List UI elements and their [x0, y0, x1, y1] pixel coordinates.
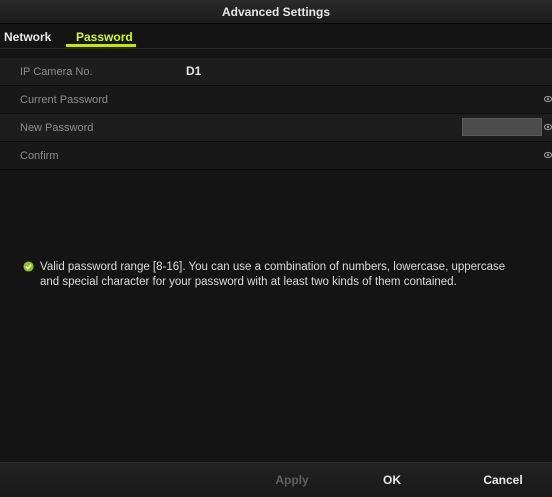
camera-no-value: D1 [186, 64, 202, 78]
new-password-label: New Password [20, 122, 94, 134]
tab-password[interactable]: Password [76, 30, 133, 44]
new-password-row: New Password [0, 114, 552, 142]
current-password-label: Current Password [20, 94, 109, 106]
apply-button[interactable]: Apply [252, 463, 332, 497]
camera-no-label: IP Camera No. [20, 66, 93, 78]
footer-bar: Apply OK Cancel [0, 462, 552, 497]
advanced-settings-dialog: Advanced Settings Network Password IP Ca… [0, 0, 552, 497]
new-password-eye-icon[interactable] [544, 123, 552, 131]
confirm-row: Confirm [0, 142, 552, 170]
password-hint-text: Valid password range [8-16]. You can use… [40, 261, 506, 288]
confirm-eye-icon[interactable] [544, 151, 552, 159]
dialog-title: Advanced Settings [221, 5, 331, 19]
cancel-button[interactable]: Cancel [463, 463, 543, 497]
tab-divider [0, 48, 552, 49]
tab-network[interactable]: Network [4, 30, 51, 44]
active-tab-indicator [66, 44, 136, 47]
current-password-row: Current Password [0, 86, 552, 114]
ok-button[interactable]: OK [352, 463, 432, 497]
current-password-eye-icon[interactable] [544, 95, 552, 103]
camera-no-row: IP Camera No. D1 [0, 58, 552, 86]
confirm-label: Confirm [20, 150, 59, 162]
title-bar[interactable]: Advanced Settings [0, 0, 552, 24]
new-password-input[interactable] [462, 118, 542, 136]
check-circle-icon [23, 261, 34, 272]
